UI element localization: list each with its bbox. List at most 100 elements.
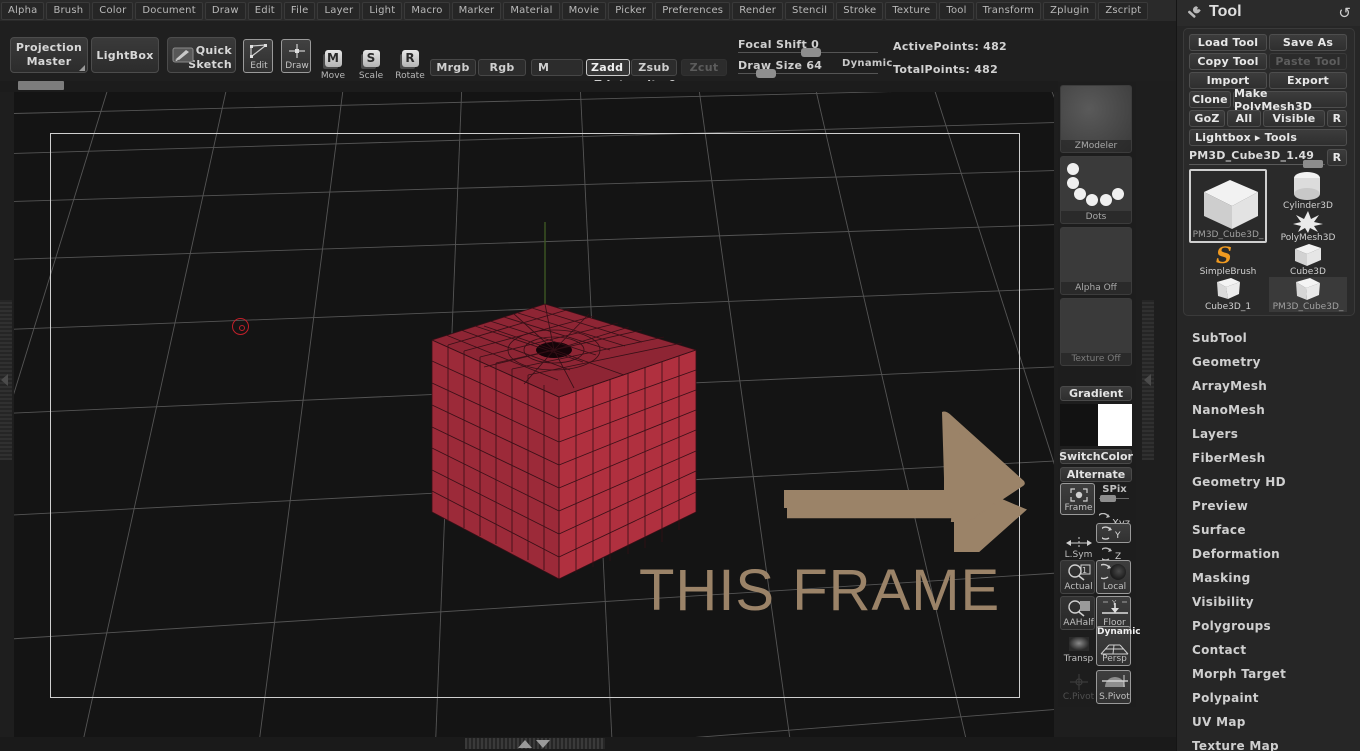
subpalette-fibermesh[interactable]: FiberMesh: [1177, 446, 1360, 470]
menu-item-edit[interactable]: Edit: [247, 1, 282, 20]
lightbox-tools-button[interactable]: Lightbox ▸ Tools: [1189, 129, 1347, 146]
paste-tool-button[interactable]: Paste Tool: [1269, 53, 1347, 70]
draw-size-knob[interactable]: [756, 69, 776, 78]
draw-button[interactable]: Draw: [281, 39, 311, 73]
menu-item-alpha[interactable]: Alpha: [1, 1, 45, 20]
stroke-thumbnail[interactable]: Dots: [1060, 156, 1132, 224]
zsub-toggle[interactable]: Zsub: [631, 59, 677, 76]
subpalette-texture-map[interactable]: Texture Map: [1177, 734, 1360, 751]
rgb-toggle[interactable]: Rgb: [478, 59, 526, 76]
menu-item-picker[interactable]: Picker: [608, 1, 654, 20]
menu-item-transform[interactable]: Transform: [975, 1, 1042, 20]
quick-sketch-button[interactable]: Quick Sketch: [167, 37, 236, 73]
menu-item-file[interactable]: File: [283, 1, 316, 20]
tool-thumb-polymesh3d[interactable]: PolyMesh3D: [1269, 211, 1347, 243]
scroll-down-arrow-icon[interactable]: [536, 740, 550, 748]
goz-r-button[interactable]: R: [1327, 110, 1347, 127]
menu-item-stroke[interactable]: Stroke: [836, 1, 884, 20]
menu-item-macro[interactable]: Macro: [404, 1, 450, 20]
scale-button[interactable]: S Scale: [356, 47, 386, 81]
rotate-button[interactable]: R Rotate: [395, 47, 425, 81]
edit-button[interactable]: Edit: [243, 39, 273, 73]
subpalette-nanomesh[interactable]: NanoMesh: [1177, 398, 1360, 422]
menu-item-render[interactable]: Render: [732, 1, 784, 20]
lsym-button[interactable]: L.Sym: [1060, 530, 1095, 562]
tool-thumb-cube3d-1[interactable]: Cube3D_1: [1189, 277, 1267, 312]
lightbox-button[interactable]: LightBox: [91, 37, 159, 73]
load-tool-button[interactable]: Load Tool: [1189, 34, 1267, 51]
subpalette-masking[interactable]: Masking: [1177, 566, 1360, 590]
secondary-color-swatch[interactable]: [1098, 404, 1132, 446]
subpalette-arraymesh[interactable]: ArrayMesh: [1177, 374, 1360, 398]
current-tool-r-button[interactable]: R: [1327, 149, 1347, 166]
menu-item-draw[interactable]: Draw: [204, 1, 246, 20]
menu-item-material[interactable]: Material: [503, 1, 560, 20]
scroll-up-arrow-icon[interactable]: [518, 740, 532, 748]
subpalette-subtool[interactable]: SubTool: [1177, 326, 1360, 350]
subpalette-surface[interactable]: Surface: [1177, 518, 1360, 542]
local-button[interactable]: Local: [1096, 560, 1131, 594]
menu-item-light[interactable]: Light: [362, 1, 403, 20]
menu-item-movie[interactable]: Movie: [561, 1, 607, 20]
menu-item-marker[interactable]: Marker: [451, 1, 502, 20]
focal-shift-knob[interactable]: [801, 48, 821, 57]
spix-knob[interactable]: [1100, 495, 1116, 502]
main-color-swatch[interactable]: [1060, 404, 1098, 446]
subpalette-deformation[interactable]: Deformation: [1177, 542, 1360, 566]
all-button[interactable]: All: [1227, 110, 1261, 127]
subpalette-polygroups[interactable]: Polygroups: [1177, 614, 1360, 638]
menu-item-tool[interactable]: Tool: [939, 1, 974, 20]
menu-item-layer[interactable]: Layer: [317, 1, 361, 20]
menu-item-zscript[interactable]: Zscript: [1098, 1, 1149, 20]
viewport-canvas[interactable]: THIS FRAME: [14, 92, 1054, 737]
move-button[interactable]: M Move: [318, 47, 348, 81]
y-axis-button[interactable]: Y: [1096, 523, 1131, 543]
zcut-toggle[interactable]: Zcut: [681, 59, 727, 76]
subpalette-polypaint[interactable]: Polypaint: [1177, 686, 1360, 710]
subpalette-preview[interactable]: Preview: [1177, 494, 1360, 518]
cpivot-button[interactable]: C.Pivot: [1060, 670, 1095, 704]
mrgb-toggle[interactable]: Mrgb: [430, 59, 476, 76]
goz-button[interactable]: GoZ: [1189, 110, 1225, 127]
save-as-button[interactable]: Save As: [1269, 34, 1347, 51]
gradient-button[interactable]: Gradient: [1060, 386, 1132, 401]
refresh-icon[interactable]: ↺: [1338, 4, 1351, 22]
menu-item-color[interactable]: Color: [92, 1, 134, 20]
actual-button[interactable]: 1 Actual: [1060, 560, 1095, 594]
copy-tool-button[interactable]: Copy Tool: [1189, 53, 1267, 70]
menu-item-document[interactable]: Document: [135, 1, 203, 20]
tool-thumb-pm3d-cube3d-2[interactable]: PM3D_Cube3D_: [1269, 277, 1347, 312]
make-polymesh3d-button[interactable]: Make PolyMesh3D: [1233, 87, 1347, 113]
current-tool-knob[interactable]: [1303, 160, 1323, 168]
texture-thumbnail[interactable]: Texture Off: [1060, 298, 1132, 366]
bottom-scroll-handle[interactable]: [465, 738, 605, 749]
spivot-button[interactable]: S.Pivot: [1096, 670, 1131, 704]
tool-thumb-pm3d-cube3d-selected[interactable]: PM3D_Cube3D_: [1189, 169, 1267, 243]
transp-button[interactable]: Transp: [1060, 632, 1095, 666]
alpha-thumbnail[interactable]: Alpha Off: [1060, 227, 1132, 295]
floor-button[interactable]: Y Floor: [1096, 596, 1131, 630]
tool-thumb-simplebrush[interactable]: S SimpleBrush: [1189, 243, 1267, 277]
visible-button[interactable]: Visible: [1263, 110, 1325, 127]
subpalette-layers[interactable]: Layers: [1177, 422, 1360, 446]
left-tray-arrow-icon[interactable]: [1, 374, 8, 386]
clone-button[interactable]: Clone: [1189, 91, 1231, 108]
menu-item-brush[interactable]: Brush: [46, 1, 91, 20]
aahalf-button[interactable]: AAHalf: [1060, 596, 1095, 630]
switch-color-button[interactable]: SwitchColor: [1059, 449, 1133, 464]
right-tray-arrow-icon[interactable]: [1144, 374, 1151, 386]
subpalette-morph-target[interactable]: Morph Target: [1177, 662, 1360, 686]
tool-thumb-cylinder3d[interactable]: Cylinder3D: [1269, 169, 1347, 211]
frame-button[interactable]: Frame: [1060, 483, 1095, 515]
zadd-toggle[interactable]: Zadd: [586, 59, 630, 76]
brush-thumbnail[interactable]: ZModeler: [1060, 85, 1132, 153]
subpalette-uv-map[interactable]: UV Map: [1177, 710, 1360, 734]
alternate-button[interactable]: Alternate: [1060, 467, 1132, 482]
menu-item-texture[interactable]: Texture: [885, 1, 938, 20]
m-toggle[interactable]: M: [531, 59, 583, 76]
projection-master-button[interactable]: Projection Master: [10, 37, 88, 73]
subpalette-geometry[interactable]: Geometry: [1177, 350, 1360, 374]
menu-item-preferences[interactable]: Preferences: [655, 1, 731, 20]
tool-thumb-cube3d[interactable]: Cube3D: [1269, 243, 1347, 277]
subpalette-geometry-hd[interactable]: Geometry HD: [1177, 470, 1360, 494]
